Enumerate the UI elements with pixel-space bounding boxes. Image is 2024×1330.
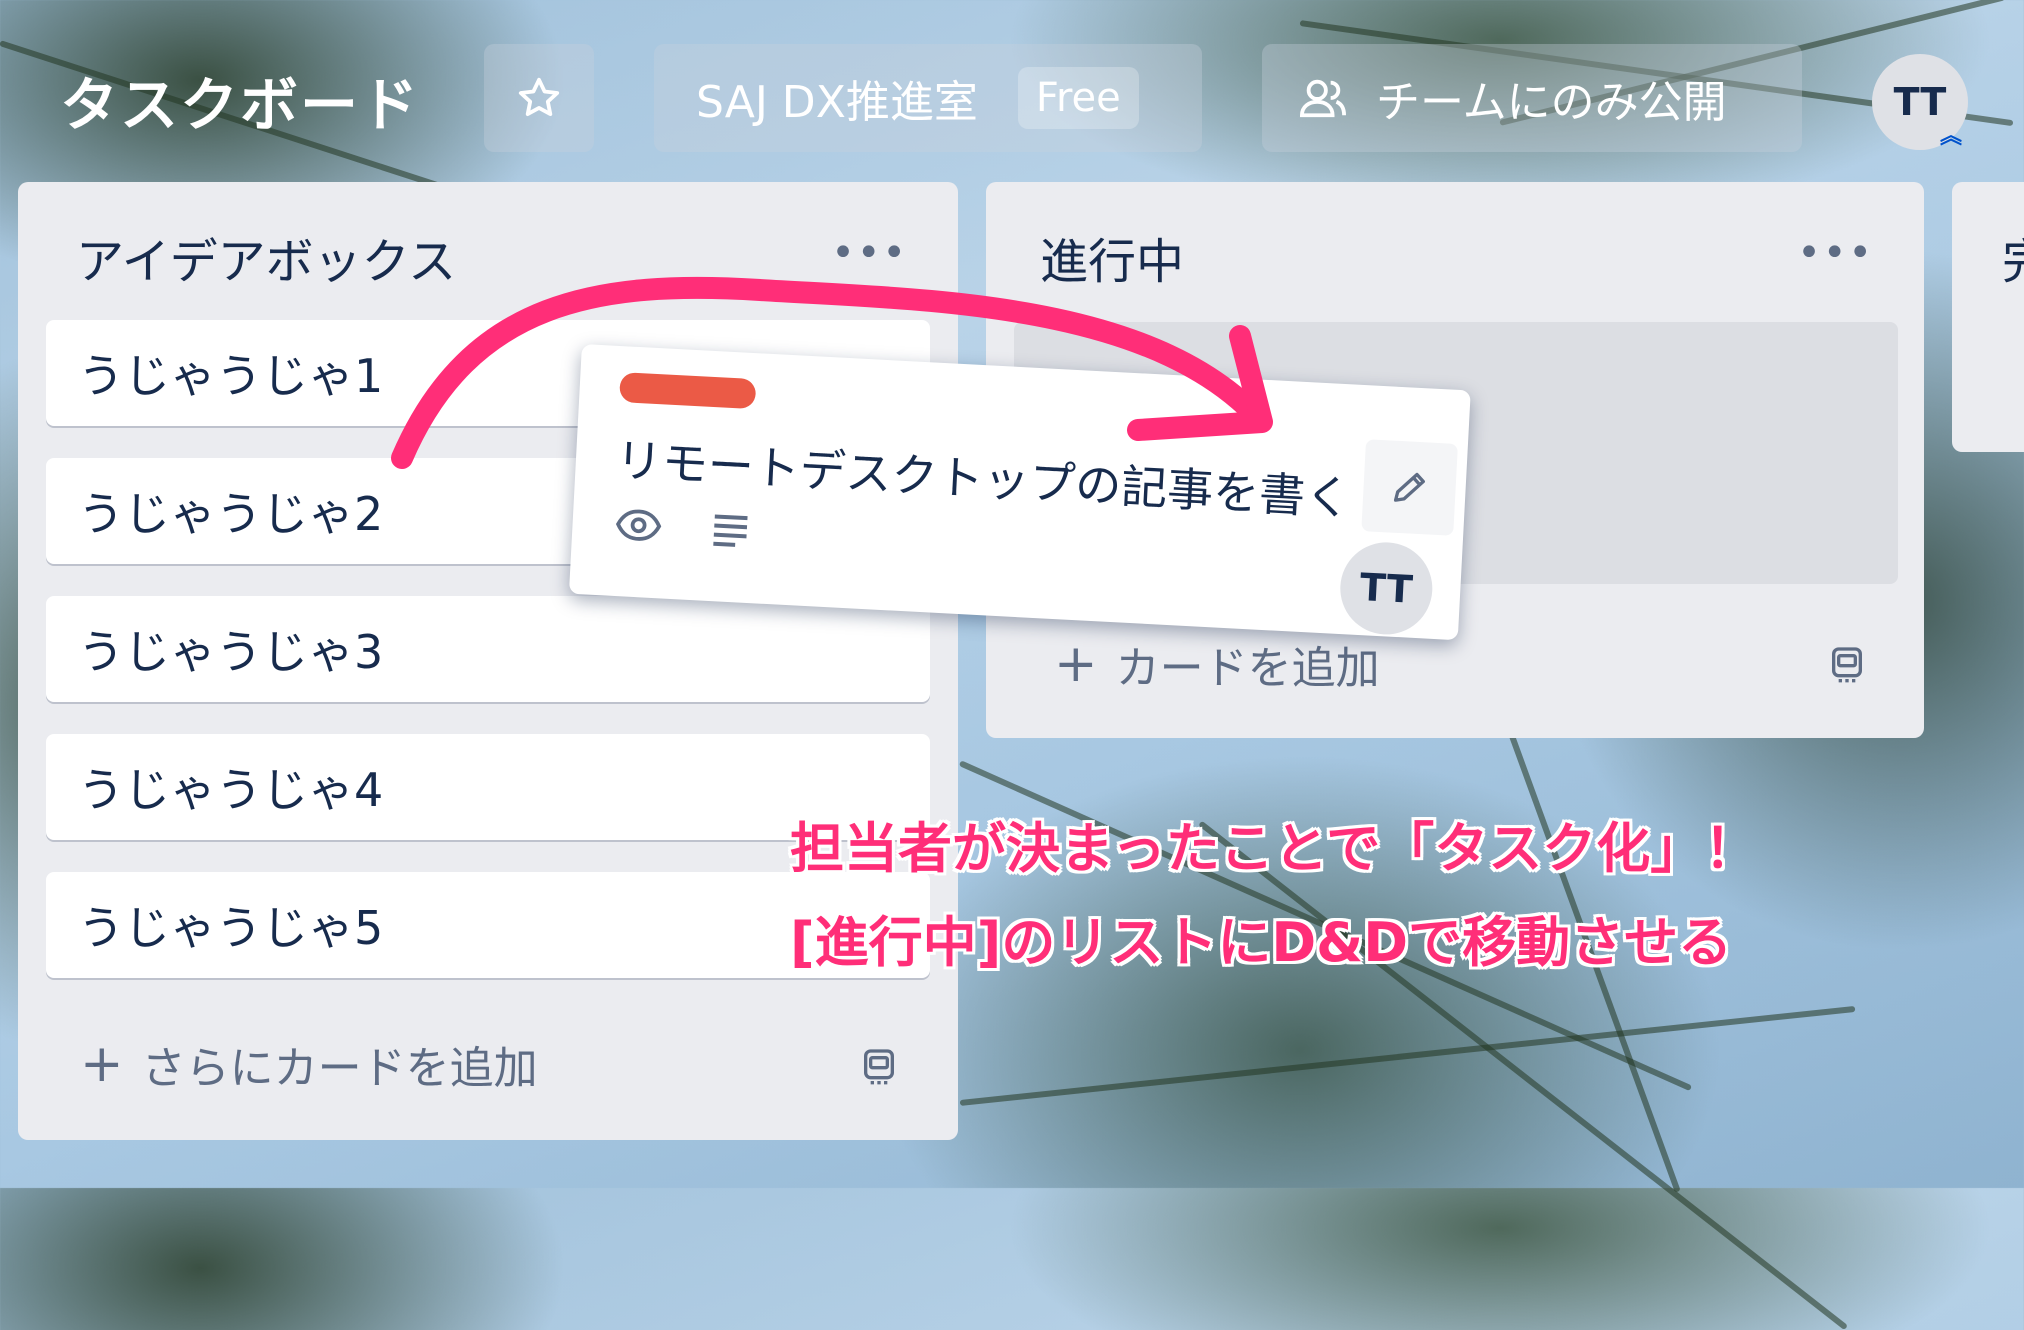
card-label (619, 372, 757, 410)
admin-chevron-icon: ︽ (1939, 124, 1962, 149)
dragged-card[interactable]: リモートデスクトップの記事を書く TT (568, 344, 1471, 641)
board-title[interactable]: タスクボード (60, 58, 420, 142)
add-card-label: カードを追加 (1115, 643, 1380, 694)
list-menu-icon[interactable]: ••• (1797, 230, 1874, 276)
description-icon (713, 514, 748, 547)
team-button[interactable]: SAJ DX推進室 Free (654, 44, 1202, 152)
edit-card-button[interactable] (1361, 439, 1458, 536)
add-card-button[interactable]: + カードを追加 (1054, 632, 1380, 696)
star-icon (518, 77, 560, 117)
list-title[interactable]: アイデアボックス (76, 222, 456, 292)
list-idea-box: アイデアボックス ••• うじゃうじゃ1 うじゃうじゃ2 うじゃうじゃ3 うじゃ… (18, 182, 958, 1140)
card-template-icon[interactable] (858, 1046, 900, 1086)
list-title[interactable]: 進行中 (1040, 222, 1184, 292)
list-done: 完 (1952, 182, 2024, 452)
visibility-button[interactable]: チームにのみ公開 (1262, 44, 1802, 152)
star-button[interactable] (484, 44, 594, 152)
team-name: SAJ DX推進室 (696, 77, 978, 128)
list-title[interactable]: 完 (2002, 222, 2024, 292)
card-template-icon[interactable] (1826, 644, 1868, 684)
board-header: タスクボード SAJ DX推進室 Free チームにのみ公開 TT ︽ (0, 0, 2024, 170)
pencil-icon (1393, 472, 1425, 502)
avatar-initials: TT (1893, 80, 1947, 124)
plan-badge: Free (1017, 67, 1139, 129)
visibility-label: チームにのみ公開 (1376, 77, 1727, 128)
list-menu-icon[interactable]: ••• (831, 230, 908, 276)
add-card-label: さらにカードを追加 (141, 1043, 538, 1094)
card-member-avatar[interactable]: TT (1337, 540, 1435, 637)
plus-icon: + (1054, 634, 1098, 694)
member-avatar[interactable]: TT ︽ (1872, 54, 1968, 150)
eye-icon (615, 509, 662, 541)
team-visibility-icon (1299, 79, 1346, 118)
list-card[interactable]: うじゃうじゃ3 (46, 596, 930, 702)
annotation-line-1: 担当者が決まったことで「タスク化」！ (790, 817, 1759, 880)
plus-icon: + (80, 1034, 124, 1094)
card-badges (614, 504, 754, 551)
add-card-button[interactable]: + さらにカードを追加 (80, 1032, 538, 1096)
annotation-line-2: [進行中]のリストにD&Dで移動させる (790, 911, 1733, 974)
